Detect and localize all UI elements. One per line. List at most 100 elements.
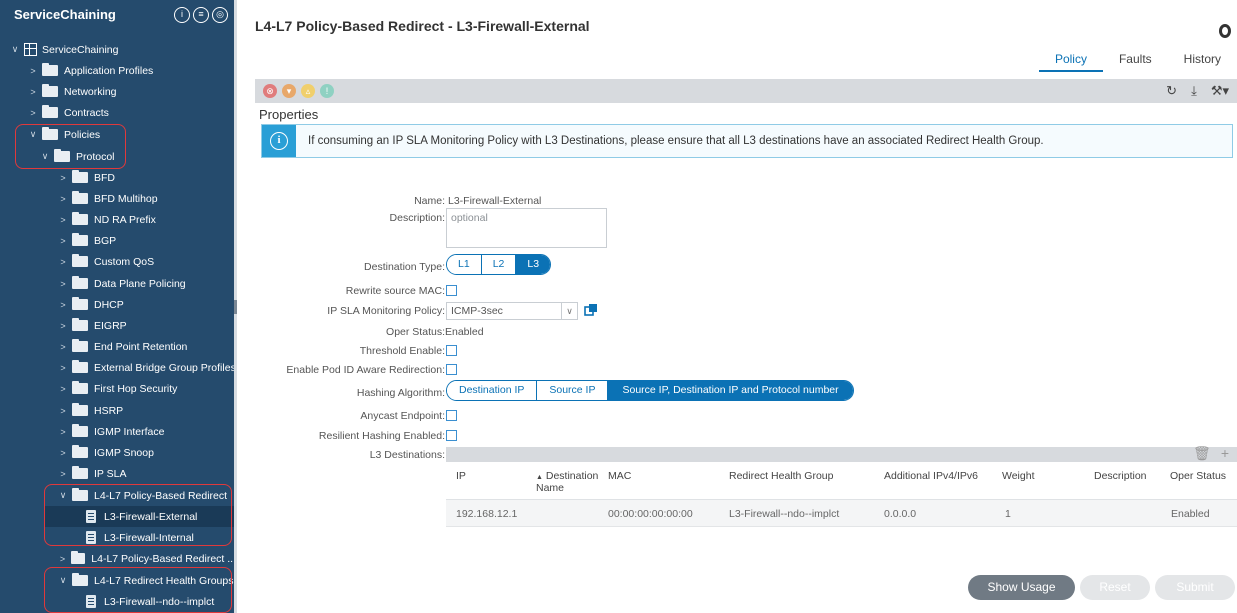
chevron-right-icon[interactable]: > xyxy=(58,279,68,289)
tree-item-contracts[interactable]: > Contracts xyxy=(28,102,236,123)
l3-destinations-label: L3 Destinations: xyxy=(369,449,445,461)
chevron-right-icon[interactable]: > xyxy=(58,300,68,310)
hashing-option-source-ip[interactable]: Source IP xyxy=(537,381,609,400)
chevron-right-icon[interactable]: > xyxy=(58,427,68,437)
table-row[interactable] xyxy=(446,500,1237,527)
chevron-right-icon[interactable]: > xyxy=(58,215,68,225)
chevron-right-icon[interactable]: > xyxy=(58,236,68,246)
warning-fault-icon[interactable]: ! xyxy=(320,84,334,98)
folder-icon xyxy=(72,339,88,352)
tree-item-external-bridge-group-profiles[interactable]: > External Bridge Group Profiles xyxy=(58,357,236,378)
tree-item-application-profiles[interactable]: > Application Profiles xyxy=(28,60,236,81)
list-circle-icon[interactable]: ≡ xyxy=(193,7,209,23)
tree-item-bfd[interactable]: > BFD xyxy=(58,167,236,188)
column-header-description[interactable]: Description xyxy=(1094,470,1147,482)
tree-item-label: Data Plane Policing xyxy=(94,277,186,290)
open-external-icon[interactable] xyxy=(584,303,598,317)
tools-menu-icon[interactable]: ⚒▾ xyxy=(1211,83,1229,99)
destination-type-l3[interactable]: L3 xyxy=(516,255,551,274)
column-header-additional-ip[interactable]: Additional IPv4/IPv6 xyxy=(884,470,978,482)
chevron-down-icon[interactable]: ∨ xyxy=(10,44,20,55)
tree-item-label: BFD xyxy=(94,171,115,184)
major-fault-icon[interactable]: ▾ xyxy=(282,84,296,98)
destination-type-label: Destination Type: xyxy=(364,261,445,273)
chevron-right-icon[interactable]: > xyxy=(58,194,68,204)
folder-icon xyxy=(72,318,88,331)
tree-item-eigrp[interactable]: > EIGRP xyxy=(58,315,236,336)
tab-faults[interactable]: Faults xyxy=(1103,52,1168,72)
chevron-right-icon[interactable]: > xyxy=(58,342,68,352)
tree-item-ip-sla[interactable]: > IP SLA xyxy=(58,463,236,484)
chevron-right-icon[interactable]: > xyxy=(58,469,68,479)
chevron-right-icon[interactable]: > xyxy=(58,257,68,267)
destination-type-l2[interactable]: L2 xyxy=(481,255,517,274)
hashing-option-source-dest-protocol[interactable]: Source IP, Destination IP and Protocol n… xyxy=(608,381,853,400)
column-header-mac[interactable]: MAC xyxy=(608,470,631,482)
folder-icon xyxy=(42,63,58,76)
tree-item-bgp[interactable]: > BGP xyxy=(58,230,236,251)
minor-fault-icon[interactable]: ▵ xyxy=(301,84,315,98)
add-icon[interactable]: + xyxy=(1221,445,1229,462)
threshold-label: Threshold Enable: xyxy=(359,345,445,357)
tree-item-l4-l7-policy-based-redirect-2[interactable]: > L4-L7 Policy-Based Redirect ... xyxy=(58,548,236,569)
hashing-algorithm-selector: Destination IP Source IP Source IP, Dest… xyxy=(446,380,854,401)
refresh-icon[interactable]: ↻ xyxy=(1166,83,1177,99)
tree-item-servicechaining[interactable]: ∨ ServiceChaining xyxy=(10,39,236,60)
tree-item-dhcp[interactable]: > DHCP xyxy=(58,294,236,315)
tree-item-hsrp[interactable]: > HSRP xyxy=(58,400,236,421)
hashing-option-destination-ip[interactable]: Destination IP xyxy=(447,381,538,400)
threshold-checkbox[interactable] xyxy=(446,345,457,356)
search-icon[interactable] xyxy=(1219,24,1231,38)
column-header-ip[interactable]: IP xyxy=(456,470,466,482)
tree-item-data-plane-policing[interactable]: > Data Plane Policing xyxy=(58,273,236,294)
pod-id-checkbox[interactable] xyxy=(446,364,457,375)
chevron-right-icon[interactable]: > xyxy=(58,173,68,183)
chevron-right-icon[interactable]: > xyxy=(28,108,38,118)
info-circle-icon[interactable]: i xyxy=(174,7,190,23)
description-label: Description: xyxy=(389,212,445,224)
tree-item-igmp-snoop[interactable]: > IGMP Snoop xyxy=(58,442,236,463)
tree-item-custom-qos[interactable]: > Custom QoS xyxy=(58,251,236,272)
resilient-hashing-checkbox[interactable] xyxy=(446,430,457,441)
tab-policy[interactable]: Policy xyxy=(1038,52,1103,72)
chevron-down-icon[interactable]: ∨ xyxy=(561,303,577,319)
tree-item-label: Application Profiles xyxy=(64,64,154,77)
chevron-right-icon[interactable]: > xyxy=(58,321,68,331)
show-usage-button[interactable]: Show Usage xyxy=(968,575,1075,600)
submit-button[interactable]: Submit xyxy=(1155,575,1235,600)
column-header-destination-name[interactable]: ▲ Destination Name xyxy=(536,470,611,494)
column-header-redirect-health-group[interactable]: Redirect Health Group xyxy=(729,470,833,482)
anycast-checkbox[interactable] xyxy=(446,410,457,421)
chevron-right-icon[interactable]: > xyxy=(58,554,67,564)
tab-history[interactable]: History xyxy=(1168,52,1237,72)
ip-sla-value: ICMP-3sec xyxy=(451,305,503,317)
tree-item-nd-ra-prefix[interactable]: > ND RA Prefix xyxy=(58,209,236,230)
column-header-oper-status[interactable]: Oper Status xyxy=(1170,470,1226,482)
tree-item-networking[interactable]: > Networking xyxy=(28,81,236,102)
column-header-weight[interactable]: Weight xyxy=(1002,470,1035,482)
ip-sla-select[interactable]: ICMP-3sec ∨ xyxy=(446,302,578,320)
chevron-right-icon[interactable]: > xyxy=(58,406,68,416)
reset-button[interactable]: Reset xyxy=(1080,575,1150,600)
chevron-right-icon[interactable]: > xyxy=(58,384,68,394)
pod-id-label: Enable Pod ID Aware Redirection: xyxy=(286,364,445,376)
destination-type-selector: L1 L2 L3 xyxy=(446,254,552,275)
chevron-right-icon[interactable]: > xyxy=(58,448,68,458)
tree-item-bfd-multihop[interactable]: > BFD Multihop xyxy=(58,188,236,209)
trash-icon[interactable]: 🗑 xyxy=(1193,445,1211,462)
rewrite-mac-checkbox[interactable] xyxy=(446,285,457,296)
refresh-circle-icon[interactable]: ◎ xyxy=(212,7,228,23)
download-icon[interactable]: ⤓ xyxy=(1191,83,1197,99)
alert-message: If consuming an IP SLA Monitoring Policy… xyxy=(308,135,1044,147)
destination-type-l1[interactable]: L1 xyxy=(447,255,482,274)
chevron-right-icon[interactable]: > xyxy=(28,87,38,97)
chevron-right-icon[interactable]: > xyxy=(58,363,68,373)
critical-fault-icon[interactable]: ⊗ xyxy=(263,84,277,98)
tree-item-first-hop-security[interactable]: > First Hop Security xyxy=(58,378,236,399)
tree-item-end-point-retention[interactable]: > End Point Retention xyxy=(58,336,236,357)
ip-sla-label: IP SLA Monitoring Policy: xyxy=(327,305,445,317)
tree-item-igmp-interface[interactable]: > IGMP Interface xyxy=(58,421,236,442)
description-field[interactable]: optional xyxy=(446,208,607,248)
chevron-right-icon[interactable]: > xyxy=(28,66,38,76)
tenant-icon xyxy=(24,43,37,56)
